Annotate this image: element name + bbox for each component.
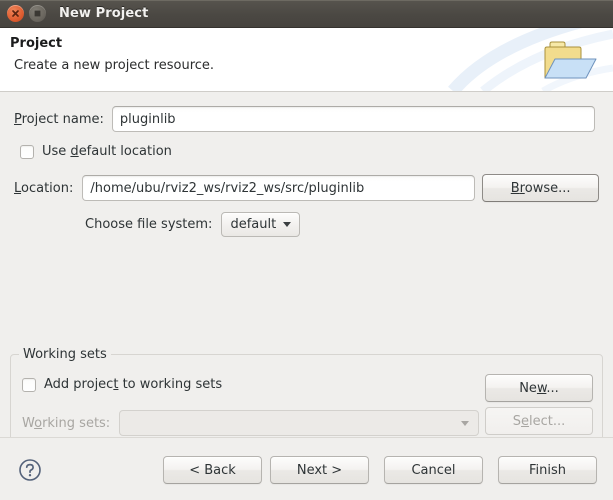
folder-icon <box>539 38 601 86</box>
working-sets-combo[interactable] <box>119 410 479 436</box>
cancel-button-label: Cancel <box>411 463 455 478</box>
close-icon <box>11 9 20 18</box>
working-sets-label: Working sets: <box>22 416 110 431</box>
finish-button-label: Finish <box>529 463 566 478</box>
location-row: Location: /home/ubu/rviz2_ws/rviz2_ws/sr… <box>14 174 599 202</box>
use-default-location-label: Use default location <box>42 144 172 159</box>
new-working-set-button[interactable]: New... <box>485 374 593 402</box>
new-button-label: New... <box>519 381 559 396</box>
back-button[interactable]: < Back <box>163 456 262 484</box>
browse-button[interactable]: Browse... <box>482 174 599 202</box>
project-name-label: Project name: <box>14 112 104 127</box>
location-value: /home/ubu/rviz2_ws/rviz2_ws/src/pluginli… <box>90 181 364 196</box>
use-default-location-checkbox[interactable]: Use default location <box>20 144 172 159</box>
maximize-icon <box>33 9 42 18</box>
chevron-down-icon <box>461 421 469 426</box>
window-title: New Project <box>59 6 148 21</box>
file-system-row: Choose file system: default <box>85 212 300 237</box>
page-subtitle: Create a new project resource. <box>14 58 214 73</box>
chevron-down-icon <box>283 222 291 227</box>
next-button[interactable]: Next > <box>270 456 369 484</box>
working-sets-group-title: Working sets <box>19 347 111 362</box>
cancel-button[interactable]: Cancel <box>384 456 483 484</box>
add-to-working-sets-checkbox[interactable]: Add project to working sets <box>22 377 222 392</box>
location-input[interactable]: /home/ubu/rviz2_ws/rviz2_ws/src/pluginli… <box>82 175 475 201</box>
new-project-dialog: New Project Project Create a new project… <box>0 0 613 500</box>
file-system-dropdown[interactable]: default <box>221 212 300 237</box>
select-button-label: Select... <box>513 414 566 429</box>
wizard-banner: Project Create a new project resource. <box>0 28 613 92</box>
dialog-content: Project name: pluginlib Use default loca… <box>0 92 613 437</box>
close-button[interactable] <box>7 5 24 22</box>
back-button-label: < Back <box>189 463 236 478</box>
project-name-value: pluginlib <box>120 112 176 127</box>
working-sets-group: Working sets Add project to working sets… <box>10 354 603 444</box>
project-name-row: Project name: pluginlib <box>14 106 599 132</box>
help-icon[interactable] <box>18 458 42 482</box>
next-button-label: Next > <box>297 463 342 478</box>
window-titlebar: New Project <box>0 0 613 28</box>
working-sets-select-row: Working sets: <box>22 410 479 436</box>
dialog-footer: < Back Next > Cancel Finish <box>0 437 613 500</box>
finish-button[interactable]: Finish <box>498 456 597 484</box>
file-system-value: default <box>230 217 276 232</box>
project-name-input[interactable]: pluginlib <box>112 106 595 132</box>
file-system-label: Choose file system: <box>85 217 212 232</box>
select-working-set-button: Select... <box>485 407 593 435</box>
browse-button-label: Browse... <box>511 181 571 196</box>
checkbox-box <box>22 378 36 392</box>
add-to-working-sets-label: Add project to working sets <box>44 377 222 392</box>
checkbox-box <box>20 145 34 159</box>
maximize-button[interactable] <box>29 5 46 22</box>
location-label: Location: <box>14 181 73 196</box>
page-title: Project <box>10 36 62 51</box>
